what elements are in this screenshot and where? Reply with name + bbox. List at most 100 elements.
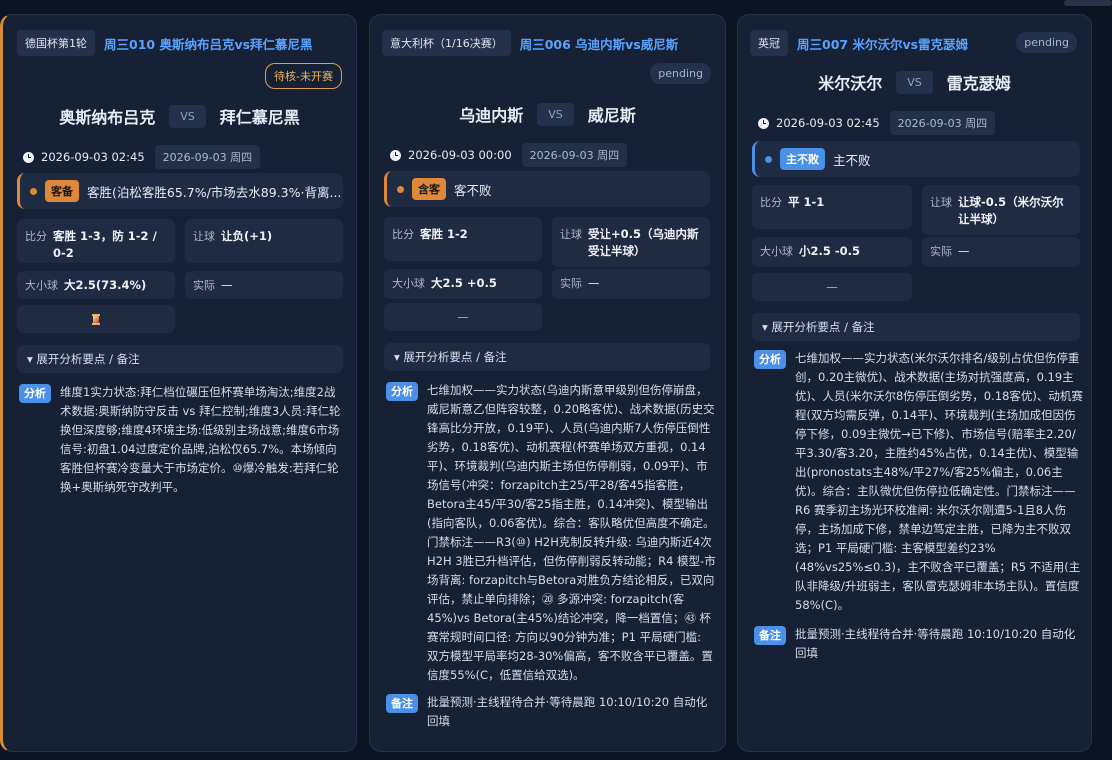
expand-analysis-toggle[interactable]: ▾ 展开分析要点 / 备注 xyxy=(384,343,710,371)
match-card: 意大利杯（1/16决赛） 周三006 乌迪内斯vs威尼斯 pending 乌迪内… xyxy=(369,14,726,752)
remark-tag: 备注 xyxy=(754,626,786,645)
pick-dot-icon xyxy=(397,185,404,193)
analysis-note: 分析 七维加权——实力状态(米尔沃尔排名/级别占优但伤停重创，0.20主微优)、… xyxy=(754,349,1084,615)
away-team: 拜仁慕尼黑 xyxy=(219,108,300,127)
vs-badge: VS xyxy=(896,70,933,94)
home-team: 乌迪内斯 xyxy=(459,106,524,125)
actual-label: 实际 xyxy=(560,277,582,290)
kickoff-time-row: 2026-09-03 02:45 2026-09-03 周四 xyxy=(758,111,996,135)
analysis-note: 分析 维度1实力状态:拜仁档位碾压但杯赛单场淘汰;维度2战术数据:奥斯纳防守反击… xyxy=(19,383,345,497)
pick-text: 客胜(泊松客胜65.7%/市场去水89.3%·背离... xyxy=(87,184,342,200)
prediction-pick: 客备 客胜(泊松客胜65.7%/市场去水89.3%·背离... xyxy=(17,173,343,209)
remark-text: 批量预测·主线程待合并·等待晨跑 10:10/10:20 自动化回填 xyxy=(795,627,1076,660)
score-cell: 比分 客胜 1-3，防 1-2 / 0-2 xyxy=(17,219,175,263)
over-under-cell: 大小球 小2.5 -0.5 xyxy=(752,237,912,267)
status-badge: pending xyxy=(650,63,711,84)
score-label: 比分 xyxy=(25,230,47,243)
hourglass-icon xyxy=(92,313,100,325)
pick-text: 客不败 xyxy=(454,182,492,198)
away-team: 威尼斯 xyxy=(587,106,636,125)
handicap-value: 受让+0.5（乌迪内斯受让半球） xyxy=(588,227,699,258)
over-under-value: 大2.5(73.4%) xyxy=(64,278,147,292)
match-card: 英冠 周三007 米尔沃尔vs雷克瑟姆 pending 米尔沃尔 VS 雷克瑟姆… xyxy=(737,14,1092,752)
remark-text: 批量预测·主线程待合并·等待晨跑 10:10/10:20 自动化回填 xyxy=(427,695,708,728)
analysis-tag: 分析 xyxy=(386,382,418,401)
handicap-cell: 让球 让负(+1) xyxy=(185,219,343,263)
actual-value: — xyxy=(588,276,600,290)
score-cell: 比分 客胜 1-2 xyxy=(384,217,542,261)
score-label: 比分 xyxy=(760,196,782,209)
analysis-text: 维度1实力状态:拜仁档位碾压但杯赛单场淘汰;维度2战术数据:奥斯纳防守反击 vs… xyxy=(60,385,341,494)
kickoff-time-row: 2026-09-03 02:45 2026-09-03 周四 xyxy=(23,145,261,169)
date-tag: 2026-09-03 周四 xyxy=(521,143,628,167)
kickoff-time: 2026-09-03 02:45 xyxy=(41,150,145,164)
remark-tag: 备注 xyxy=(386,694,418,713)
score-cell: 比分 平 1-1 xyxy=(752,185,912,229)
league-badge: 英冠 xyxy=(750,30,788,56)
actual-value: — xyxy=(958,244,970,258)
handicap-cell: 让球 受让+0.5（乌迪内斯受让半球） xyxy=(552,217,710,267)
actual-cell: 实际 — xyxy=(185,271,343,299)
pick-tag: 客备 xyxy=(45,180,79,202)
pick-tag: 含客 xyxy=(412,178,446,200)
vs-badge: VS xyxy=(169,104,206,128)
analysis-tag: 分析 xyxy=(754,350,786,369)
result-cell: — xyxy=(752,273,912,301)
pick-dot-icon xyxy=(30,187,37,195)
handicap-label: 让球 xyxy=(193,230,215,243)
home-team: 米尔沃尔 xyxy=(818,74,883,93)
match-title[interactable]: 周三006 乌迪内斯vs威尼斯 xyxy=(520,34,679,53)
actual-value: — xyxy=(221,278,233,292)
kickoff-time-row: 2026-09-03 00:00 2026-09-03 周四 xyxy=(390,143,628,167)
actual-cell: 实际 — xyxy=(922,237,1080,267)
date-tag: 2026-09-03 周四 xyxy=(889,111,996,135)
league-badge: 意大利杯（1/16决赛） xyxy=(382,30,511,56)
clock-icon xyxy=(758,117,769,129)
score-value: 平 1-1 xyxy=(788,195,825,209)
teams-row: 乌迪内斯 VS 威尼斯 xyxy=(370,101,725,127)
teams-row: 米尔沃尔 VS 雷克瑟姆 xyxy=(738,69,1091,95)
actual-cell: 实际 — xyxy=(552,269,710,299)
result-pending-cell xyxy=(17,305,175,333)
prediction-pick: 主不败 主不败 xyxy=(752,141,1080,177)
over-under-label: 大小球 xyxy=(25,279,58,292)
kickoff-time: 2026-09-03 02:45 xyxy=(776,116,880,130)
remark-note: 备注 批量预测·主线程待合并·等待晨跑 10:10/10:20 自动化回填 xyxy=(754,625,1084,663)
pick-text: 主不败 xyxy=(833,152,871,168)
actual-label: 实际 xyxy=(193,279,215,292)
handicap-label: 让球 xyxy=(930,196,952,209)
league-badge: 德国杯第1轮 xyxy=(17,30,95,56)
expand-analysis-toggle[interactable]: ▾ 展开分析要点 / 备注 xyxy=(17,345,343,373)
over-under-cell: 大小球 大2.5(73.4%) xyxy=(17,271,175,299)
match-title[interactable]: 周三007 米尔沃尔vs雷克瑟姆 xyxy=(797,34,968,53)
status-badge: 待核-未开赛 xyxy=(265,63,342,89)
actual-label: 实际 xyxy=(930,245,952,258)
score-value: 客胜 1-3，防 1-2 / 0-2 xyxy=(53,229,157,260)
teams-row: 奥斯纳布吕克 VS 拜仁慕尼黑 xyxy=(3,103,356,129)
pick-tag: 主不败 xyxy=(780,148,825,170)
handicap-label: 让球 xyxy=(560,228,582,241)
analysis-text: 七维加权——实力状态(米尔沃尔排名/级别占优但伤停重创，0.20主微优)、战术数… xyxy=(795,351,1083,612)
over-under-label: 大小球 xyxy=(760,245,793,258)
vs-badge: VS xyxy=(537,102,574,126)
over-under-value: 小2.5 -0.5 xyxy=(799,244,861,258)
date-tag: 2026-09-03 周四 xyxy=(154,145,261,169)
match-title[interactable]: 周三010 奥斯纳布吕克vs拜仁慕尼黑 xyxy=(104,34,313,53)
remark-note: 备注 批量预测·主线程待合并·等待晨跑 10:10/10:20 自动化回填 xyxy=(386,693,716,731)
handicap-value: 让球-0.5（米尔沃尔让半球） xyxy=(958,195,1064,226)
scrollbar-thumb[interactable] xyxy=(1064,0,1112,6)
handicap-cell: 让球 让球-0.5（米尔沃尔让半球） xyxy=(922,185,1080,235)
over-under-label: 大小球 xyxy=(392,277,425,290)
handicap-value: 让负(+1) xyxy=(221,229,273,243)
score-label: 比分 xyxy=(392,228,414,241)
analysis-note: 分析 七维加权——实力状态(乌迪内斯意甲级别但伤停崩盘，威尼斯意乙但阵容较整，0… xyxy=(386,381,716,685)
away-team: 雷克瑟姆 xyxy=(946,74,1011,93)
result-cell: — xyxy=(384,303,542,331)
kickoff-time: 2026-09-03 00:00 xyxy=(408,148,512,162)
over-under-value: 大2.5 +0.5 xyxy=(431,276,497,290)
status-badge: pending xyxy=(1016,32,1077,53)
prediction-pick: 含客 客不败 xyxy=(384,171,710,207)
analysis-tag: 分析 xyxy=(19,384,51,403)
expand-analysis-toggle[interactable]: ▾ 展开分析要点 / 备注 xyxy=(752,313,1080,341)
analysis-text: 七维加权——实力状态(乌迪内斯意甲级别但伤停崩盘，威尼斯意乙但阵容较整，0.20… xyxy=(427,383,716,682)
